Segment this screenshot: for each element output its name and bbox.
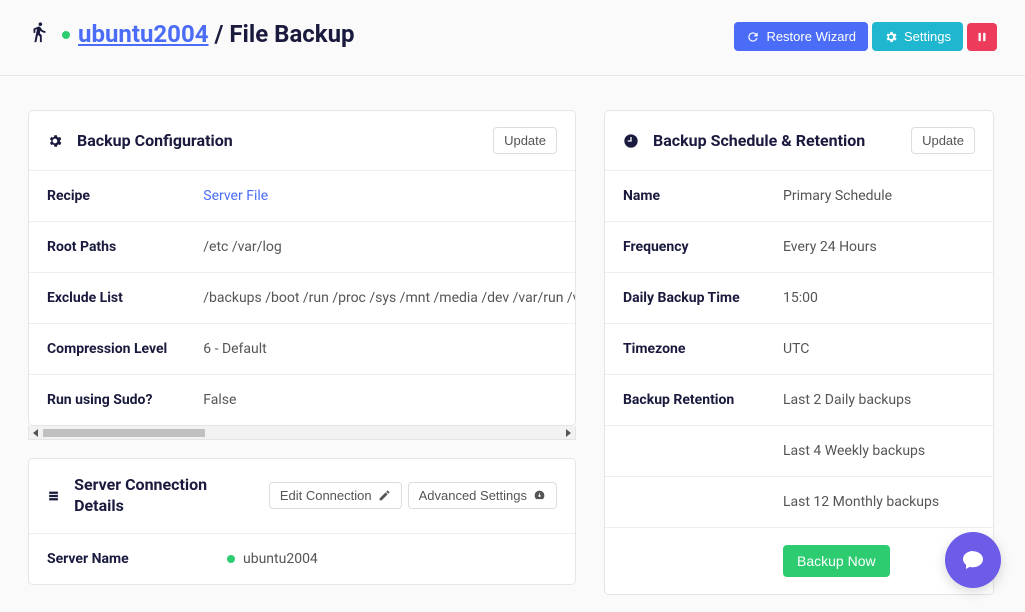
backup-now-button[interactable]: Backup Now: [783, 545, 890, 577]
edit-icon: [378, 489, 391, 502]
advanced-settings-button[interactable]: Advanced Settings: [408, 482, 557, 509]
advanced-settings-label: Advanced Settings: [419, 488, 527, 503]
page-title: ubuntu2004 / File Backup: [62, 20, 355, 48]
timezone-label: Timezone: [605, 324, 765, 375]
table-row: Exclude List /backups /boot /run /proc /…: [29, 273, 575, 324]
table-row: Daily Backup Time 15:00: [605, 273, 993, 324]
schedule-header: Backup Schedule & Retention Update: [605, 111, 993, 171]
page-header: ubuntu2004 / File Backup Restore Wizard …: [0, 0, 1025, 76]
empty-cell: [605, 528, 765, 595]
compression-label: Compression Level: [29, 324, 185, 375]
pause-button[interactable]: [967, 23, 997, 51]
table-row: Frequency Every 24 Hours: [605, 222, 993, 273]
gear-icon: [884, 30, 898, 44]
help-fab-button[interactable]: [945, 532, 1001, 588]
settings-button[interactable]: Settings: [872, 22, 963, 51]
server-name-label: Server Name: [29, 534, 209, 584]
clock-icon: [623, 133, 639, 149]
backup-config-header: Backup Configuration Update: [29, 111, 575, 171]
table-row: Backup Retention Last 2 Daily backups: [605, 375, 993, 426]
root-paths-label: Root Paths: [29, 222, 185, 273]
table-row: Compression Level 6 - Default: [29, 324, 575, 375]
table-row: Last 12 Monthly backups: [605, 477, 993, 528]
connection-table: Server Name ubuntu2004: [29, 534, 575, 584]
pause-icon: [975, 30, 989, 44]
breadcrumb-separator: /: [214, 20, 223, 48]
table-row: Backup Now: [605, 528, 993, 595]
sudo-label: Run using Sudo?: [29, 375, 185, 426]
retention-monthly-value: Last 12 Monthly backups: [765, 477, 993, 528]
table-row: Recipe Server File: [29, 171, 575, 222]
settings-label: Settings: [904, 29, 951, 44]
scroll-left-arrow-icon[interactable]: [33, 429, 38, 437]
frequency-label: Frequency: [605, 222, 765, 273]
backup-now-label: Backup Now: [797, 553, 876, 569]
retention-daily-value: Last 2 Daily backups: [765, 375, 993, 426]
scroll-right-arrow-icon[interactable]: [566, 429, 571, 437]
update-schedule-button[interactable]: Update: [911, 127, 975, 154]
empty-cell: [605, 426, 765, 477]
daily-time-label: Daily Backup Time: [605, 273, 765, 324]
retention-label: Backup Retention: [605, 375, 765, 426]
retention-weekly-value: Last 4 Weekly backups: [765, 426, 993, 477]
title-area: ubuntu2004 / File Backup: [28, 20, 355, 48]
gear-icon: [47, 133, 63, 149]
exclude-label: Exclude List: [29, 273, 185, 324]
edit-connection-label: Edit Connection: [280, 488, 372, 503]
root-paths-value: /etc /var/log: [185, 222, 575, 273]
server-name-text: ubuntu2004: [243, 551, 318, 567]
schedule-title: Backup Schedule & Retention: [653, 131, 865, 150]
backup-config-card: Backup Configuration Update Recipe Serve…: [28, 110, 576, 440]
update-schedule-label: Update: [922, 133, 964, 148]
recipe-label: Recipe: [29, 171, 185, 222]
dashboard-icon: [533, 489, 546, 502]
exclude-value: /backups /boot /run /proc /sys /mnt /med…: [185, 273, 575, 324]
table-row: Last 4 Weekly backups: [605, 426, 993, 477]
status-dot-icon: [62, 31, 70, 39]
config-table-scroll[interactable]: Recipe Server File Root Paths /etc /var/…: [29, 171, 575, 425]
empty-cell: [605, 477, 765, 528]
running-person-icon: [28, 21, 50, 47]
table-row: Run using Sudo? False: [29, 375, 575, 426]
scrollbar-thumb[interactable]: [43, 429, 205, 437]
restore-wizard-button[interactable]: Restore Wizard: [734, 22, 868, 51]
schedule-table: Name Primary Schedule Frequency Every 24…: [605, 171, 993, 594]
edit-connection-button[interactable]: Edit Connection: [269, 482, 402, 509]
update-config-button[interactable]: Update: [493, 127, 557, 154]
restore-wizard-label: Restore Wizard: [766, 29, 856, 44]
compression-value: 6 - Default: [185, 324, 575, 375]
status-dot-icon: [227, 555, 235, 563]
server-connection-card: Server Connection Details Edit Connectio…: [28, 458, 576, 585]
server-connection-header: Server Connection Details Edit Connectio…: [29, 459, 575, 534]
schedule-name-label: Name: [605, 171, 765, 222]
table-row: Server Name ubuntu2004: [29, 534, 575, 584]
sudo-value: False: [185, 375, 575, 426]
frequency-value: Every 24 Hours: [765, 222, 993, 273]
schedule-name-value: Primary Schedule: [765, 171, 993, 222]
timezone-value: UTC: [765, 324, 993, 375]
daily-time-value: 15:00: [765, 273, 993, 324]
backup-type-label: File Backup: [229, 20, 354, 48]
refresh-icon: [746, 30, 760, 44]
server-name-value: ubuntu2004: [209, 534, 575, 584]
table-row: Timezone UTC: [605, 324, 993, 375]
server-name-link[interactable]: ubuntu2004: [78, 20, 208, 48]
server-connection-title: Server Connection Details: [74, 475, 227, 517]
header-actions: Restore Wizard Settings: [734, 22, 997, 51]
horizontal-scrollbar[interactable]: [28, 426, 576, 440]
recipe-link[interactable]: Server File: [203, 188, 268, 204]
backup-config-title: Backup Configuration: [77, 131, 233, 150]
table-row: Root Paths /etc /var/log: [29, 222, 575, 273]
table-row: Name Primary Schedule: [605, 171, 993, 222]
server-icon: [47, 488, 60, 504]
schedule-card: Backup Schedule & Retention Update Name …: [604, 110, 994, 595]
chat-icon: [961, 548, 985, 572]
config-table: Recipe Server File Root Paths /etc /var/…: [29, 171, 575, 425]
update-config-label: Update: [504, 133, 546, 148]
